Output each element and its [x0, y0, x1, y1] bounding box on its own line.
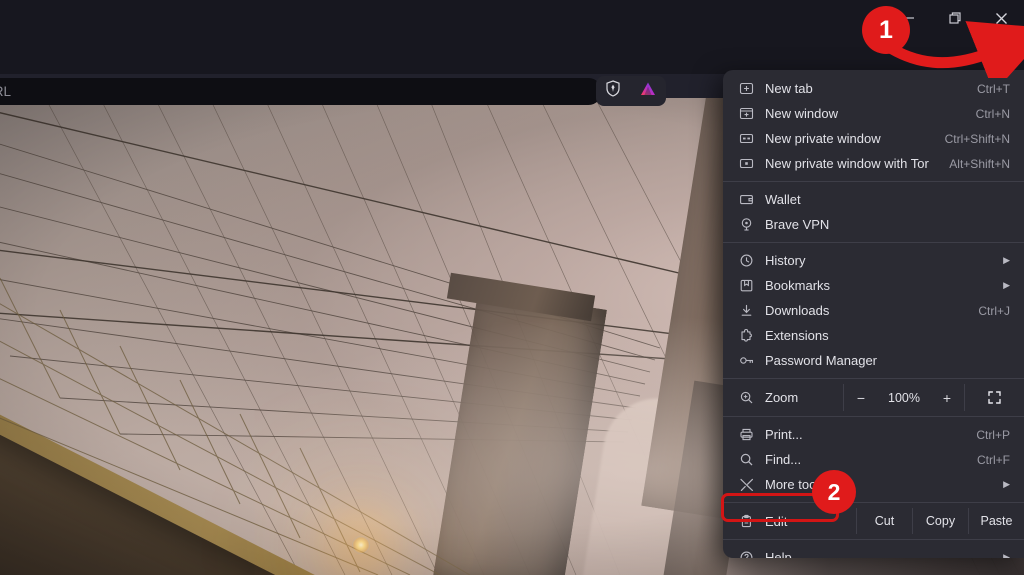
- menu-item-new-private-window-tor[interactable]: New private window with Tor Alt+Shift+N: [723, 151, 1024, 176]
- menu-item-label: New tab: [765, 81, 813, 96]
- chevron-right-icon: ▶: [1003, 479, 1010, 489]
- menu-item-label: History: [765, 253, 806, 268]
- menu-item-print[interactable]: Print... Ctrl+P: [723, 422, 1024, 447]
- menu-item-label: New private window: [765, 131, 881, 146]
- copy-button[interactable]: Copy: [912, 508, 968, 534]
- chevron-right-icon: ▶: [1003, 280, 1010, 290]
- menu-item-new-private-window[interactable]: New private window Ctrl+Shift+N: [723, 126, 1024, 151]
- menu-item-password-manager[interactable]: Password Manager: [723, 348, 1024, 373]
- zoom-level-value: 100%: [888, 390, 920, 405]
- fullscreen-icon[interactable]: [964, 384, 1024, 411]
- chevron-right-icon: ▶: [1003, 552, 1010, 558]
- menu-item-accel: Ctrl+Shift+N: [944, 131, 1010, 146]
- menu-item-accel: Ctrl+T: [977, 81, 1010, 96]
- history-clock-icon: [739, 252, 765, 270]
- menu-item-more-tools[interactable]: More tools ▶: [723, 472, 1024, 497]
- address-bar[interactable]: be a URL: [0, 78, 602, 105]
- menu-item-find[interactable]: Find... Ctrl+F: [723, 447, 1024, 472]
- menu-item-label: Extensions: [765, 328, 829, 343]
- menu-item-label: Downloads: [765, 303, 830, 318]
- menu-item-brave-vpn[interactable]: Brave VPN: [723, 212, 1024, 237]
- menu-separator: [723, 502, 1024, 503]
- menu-item-label: New private window with Tor: [765, 156, 929, 171]
- menu-item-new-tab[interactable]: New tab Ctrl+T: [723, 76, 1024, 101]
- menu-item-help[interactable]: Help ▶: [723, 545, 1024, 558]
- downloads-icon: [739, 302, 765, 320]
- menu-item-wallet[interactable]: Wallet: [723, 187, 1024, 212]
- menu-zoom-row: Zoom − 100% +: [723, 384, 1024, 411]
- cut-button[interactable]: Cut: [856, 508, 912, 534]
- private-window-icon: [739, 130, 765, 148]
- menu-separator: [723, 539, 1024, 540]
- menu-item-label: Print...: [765, 427, 803, 442]
- menu-item-accel: Ctrl+F: [977, 452, 1010, 467]
- menu-separator: [723, 181, 1024, 182]
- zoom-label: Zoom: [765, 390, 799, 405]
- menu-item-label: Wallet: [765, 192, 801, 207]
- zoom-magnifier-icon: [739, 390, 765, 405]
- wallet-icon: [739, 191, 765, 209]
- paste-button[interactable]: Paste: [968, 508, 1024, 534]
- annotation-step-1-badge: 1: [862, 6, 910, 54]
- new-tab-icon: [739, 80, 765, 98]
- zoom-in-button[interactable]: +: [930, 390, 964, 406]
- menu-item-label: New window: [765, 106, 838, 121]
- browser-window: de (2011)... be a URL: [0, 0, 1024, 575]
- chevron-right-icon: ▶: [1003, 255, 1010, 265]
- zoom-out-button[interactable]: −: [844, 390, 878, 406]
- menu-item-label: Help: [765, 550, 792, 558]
- address-bar-text: be a URL: [0, 84, 12, 99]
- printer-icon: [739, 426, 765, 444]
- zoom-controls: − 100% +: [843, 384, 964, 411]
- menu-separator: [723, 378, 1024, 379]
- find-search-icon: [739, 451, 765, 469]
- menu-item-bookmarks[interactable]: Bookmarks ▶: [723, 273, 1024, 298]
- menu-item-accel: Alt+Shift+N: [949, 156, 1010, 171]
- vpn-icon: [739, 216, 765, 234]
- menu-item-accel: Ctrl+J: [978, 303, 1010, 318]
- edit-clipboard-icon: [739, 514, 765, 529]
- menu-item-accel: Ctrl+N: [975, 106, 1010, 121]
- help-circle-icon: [739, 549, 765, 558]
- menu-separator: [723, 416, 1024, 417]
- menu-item-label: Bookmarks: [765, 278, 831, 293]
- menu-item-accel: Ctrl+P: [976, 427, 1010, 442]
- menu-item-downloads[interactable]: Downloads Ctrl+J: [723, 298, 1024, 323]
- menu-item-history[interactable]: History ▶: [723, 248, 1024, 273]
- new-window-icon: [739, 105, 765, 123]
- menu-item-label: More tools: [765, 477, 826, 492]
- brave-rewards-icon[interactable]: [639, 81, 657, 102]
- menu-item-extensions[interactable]: Extensions: [723, 323, 1024, 348]
- key-icon: [739, 352, 765, 370]
- tor-window-icon: [739, 155, 765, 173]
- menu-item-label: Password Manager: [765, 353, 877, 368]
- menu-edit-row: Edit Cut Copy Paste: [723, 508, 1024, 534]
- menu-separator: [723, 242, 1024, 243]
- menu-item-label: Find...: [765, 452, 802, 467]
- menu-item-new-window[interactable]: New window Ctrl+N: [723, 101, 1024, 126]
- annotation-step-2-badge: 2: [812, 470, 856, 514]
- brave-main-menu: New tab Ctrl+T New window Ctrl+N New pri…: [723, 70, 1024, 558]
- more-tools-icon: [739, 476, 765, 494]
- edit-label: Edit: [765, 513, 788, 529]
- brave-shield-icon[interactable]: [605, 80, 621, 102]
- brave-shields-group: [596, 76, 666, 106]
- puzzle-icon: [739, 327, 765, 345]
- menu-item-label: Brave VPN: [765, 217, 830, 232]
- bookmarks-icon: [739, 277, 765, 295]
